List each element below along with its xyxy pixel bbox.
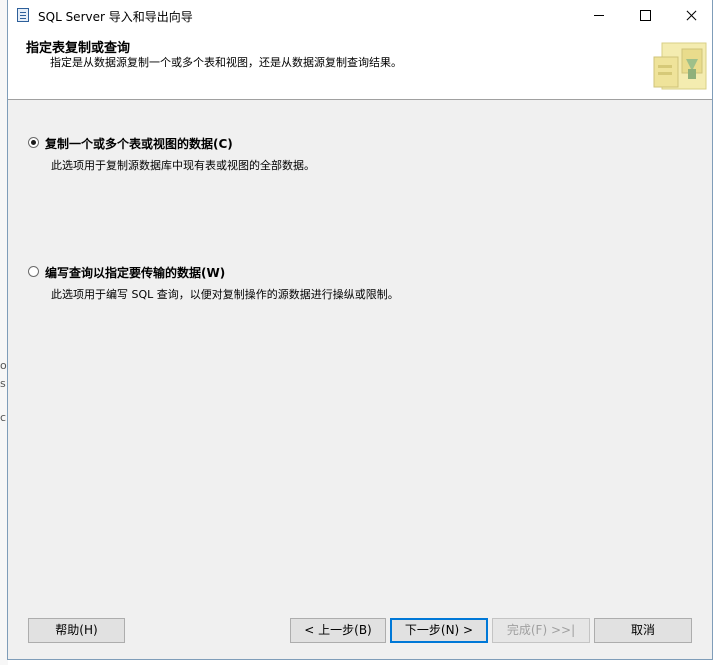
maximize-icon[interactable]	[622, 0, 668, 31]
option-copy-tables-label[interactable]: 复制一个或多个表或视图的数据(C)	[45, 135, 233, 152]
radio-write-query[interactable]	[28, 266, 39, 277]
option-write-query-label[interactable]: 编写查询以指定要传输的数据(W)	[45, 264, 225, 281]
help-button[interactable]: 帮助(H)	[28, 618, 125, 643]
option-write-query-description: 此选项用于编写 SQL 查询，以便对复制操作的源数据进行操纵或限制。	[51, 288, 399, 301]
close-icon[interactable]	[668, 0, 714, 31]
window-title: SQL Server 导入和导出向导	[38, 10, 193, 24]
cancel-button[interactable]: 取消	[594, 618, 692, 643]
minimize-icon[interactable]	[576, 0, 622, 31]
page-subtitle: 指定是从数据源复制一个或多个表和视图，还是从数据源复制查询结果。	[50, 56, 402, 69]
wizard-window: SQL Server 导入和导出向导 指定表复制或查询 指定是从数据源复制一个或…	[7, 0, 713, 660]
radio-copy-tables[interactable]	[28, 137, 39, 148]
title-bar[interactable]: SQL Server 导入和导出向导	[8, 0, 712, 31]
app-icon	[17, 8, 29, 22]
wizard-header: 指定表复制或查询 指定是从数据源复制一个或多个表和视图，还是从数据源复制查询结果…	[8, 31, 712, 100]
finish-button[interactable]: 完成(F) >>|	[492, 618, 590, 643]
wizard-graphic-icon	[653, 42, 707, 90]
back-button[interactable]: < 上一步(B)	[290, 618, 386, 643]
next-button[interactable]: 下一步(N) >	[390, 618, 488, 643]
option-copy-tables-description: 此选项用于复制源数据库中现有表或视图的全部数据。	[51, 159, 315, 172]
